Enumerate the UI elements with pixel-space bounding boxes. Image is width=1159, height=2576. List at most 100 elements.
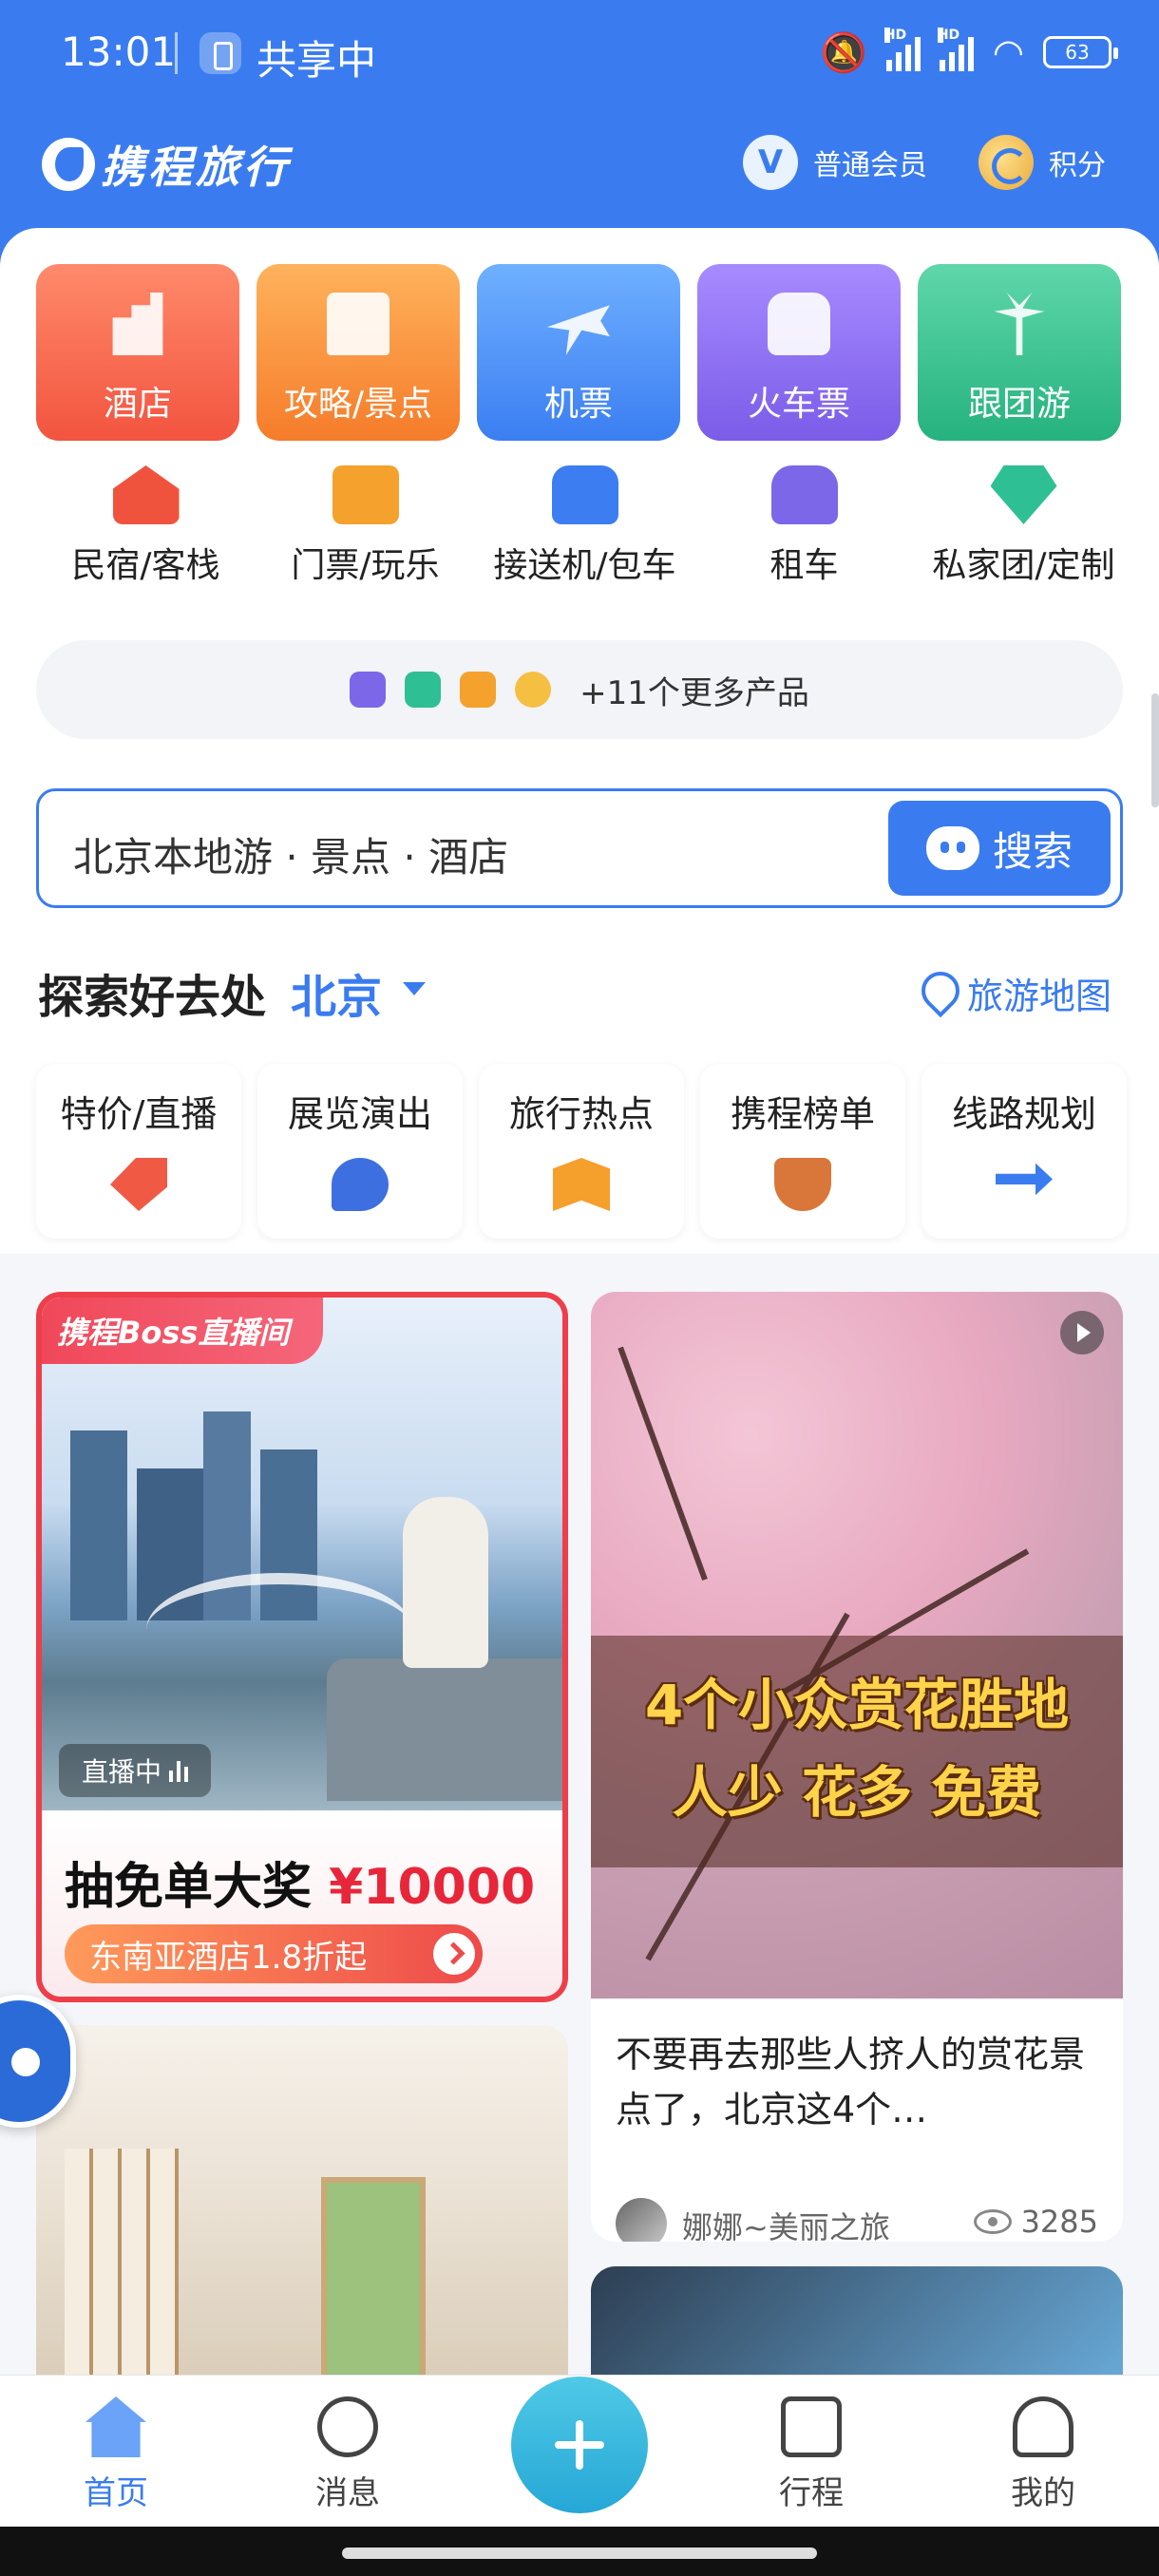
battery-icon: 63 — [1043, 36, 1118, 68]
eye-icon — [973, 2209, 1012, 2234]
tile-hotel[interactable]: 酒店 — [36, 264, 239, 441]
tab-home[interactable]: 首页 — [40, 2396, 192, 2513]
sub-service-tickets[interactable]: 门票/玩乐 — [256, 465, 475, 587]
train-icon — [768, 293, 830, 355]
homestay-icon — [112, 465, 180, 524]
category-shows[interactable]: 展览演出 — [257, 1064, 463, 1239]
member-level-label: 普通会员 — [813, 149, 927, 182]
map-pin-icon — [918, 972, 956, 1015]
category-label: 线路规划 — [951, 1093, 1096, 1135]
sub-service-car-rental[interactable]: 租车 — [694, 465, 914, 587]
travel-map-link[interactable]: 旅游地图 — [918, 967, 1112, 1019]
chevron-down-icon[interactable] — [403, 982, 426, 995]
mute-icon: 🔕 — [820, 30, 867, 75]
category-rankings[interactable]: 携程榜单 — [700, 1064, 905, 1239]
guidebook-icon — [327, 293, 390, 355]
tab-trips[interactable]: 行程 — [735, 2396, 887, 2513]
view-count: 3285 — [973, 2204, 1098, 2240]
prize-text: 抽免单大奖 ¥10000 — [65, 1847, 535, 1918]
music-note-icon — [332, 1158, 389, 1211]
prize-amount: ¥10000 — [329, 1859, 536, 1916]
search-input[interactable]: 北京本地游 · 景点 · 酒店 — [73, 825, 833, 883]
sub-service-label: 门票/玩乐 — [291, 546, 440, 585]
city-selector[interactable]: 北京 — [291, 959, 382, 1026]
points-coin-icon — [978, 135, 1034, 190]
architecture-photo-card[interactable] — [591, 2266, 1123, 2375]
user-icon — [1013, 2396, 1074, 2457]
hotel-deal-label: 东南亚酒店1.8折起 — [89, 1938, 368, 1977]
author-avatar — [616, 2198, 667, 2242]
tab-label: 消息 — [315, 2474, 380, 2512]
scrollbar[interactable] — [1151, 693, 1159, 807]
sub-services: 民宿/客栈 门票/玩乐 接送机/包车 租车 私家团/定制 — [36, 465, 1133, 587]
live-bars-icon — [169, 1759, 188, 1782]
tile-label: 火车票 — [747, 385, 850, 424]
skyline-building — [70, 1430, 127, 1620]
car-icon — [551, 465, 618, 524]
statue-base — [327, 1658, 562, 1801]
search-button[interactable]: 搜索 — [888, 801, 1111, 896]
tab-label: 我的 — [1011, 2474, 1075, 2512]
tile-train[interactable]: 火车票 — [697, 264, 901, 441]
garden-window — [321, 2177, 426, 2375]
diamond-icon — [990, 465, 1057, 524]
publish-plus-button[interactable] — [511, 2377, 648, 2513]
home-gesture-handle[interactable] — [342, 2548, 817, 2559]
signal-icon: HD — [884, 28, 921, 71]
wifi-icon: ◠ — [992, 31, 1024, 73]
overlay-line-2: 人少 花多 免费 — [672, 1760, 1042, 1825]
category-hotspots[interactable]: 旅行热点 — [479, 1064, 684, 1239]
home-icon — [86, 2396, 146, 2457]
rental-car-icon — [770, 465, 838, 524]
travel-map-label: 旅游地图 — [966, 975, 1112, 1017]
status-sharing: 共享中 — [256, 37, 377, 84]
tab-me[interactable]: 我的 — [967, 2396, 1119, 2513]
content-feed: 直播中 携程Boss直播间 抽免单大奖 ¥10000 东南亚酒店1.8折起 4个… — [0, 1254, 1159, 2375]
system-nav-bar — [0, 2527, 1159, 2576]
live-stream-card[interactable]: 直播中 携程Boss直播间 抽免单大奖 ¥10000 东南亚酒店1.8折起 — [36, 1292, 568, 2002]
ship-icon — [405, 672, 442, 708]
app-header: 携程旅行 V 普通会员 积分 — [0, 123, 1159, 218]
blossom-article-card[interactable]: 4个小众赏花胜地 人少 花多 免费 不要再去那些人挤人的赏花景点了，北京这4个…… — [591, 1292, 1123, 2242]
more-products-button[interactable]: +11个更多产品 — [36, 640, 1123, 739]
signal-hd-label-2: HD — [937, 28, 960, 43]
category-deals-live[interactable]: 特价/直播 — [36, 1064, 241, 1239]
chevron-right-icon — [433, 1933, 475, 1975]
hotel-icon — [112, 293, 163, 355]
ranking-badge-icon — [774, 1158, 831, 1211]
sub-service-private-tour[interactable]: 私家团/定制 — [914, 465, 1133, 587]
main-service-tiles: 酒店 攻略/景点 机票 火车票 跟团游 — [36, 264, 1121, 441]
live-room-badge: 携程Boss直播间 — [42, 1297, 323, 1364]
bus-icon — [350, 672, 387, 708]
sub-service-label: 民宿/客栈 — [71, 546, 220, 585]
tab-messages[interactable]: 消息 — [272, 2396, 424, 2513]
status-divider — [175, 32, 178, 74]
signal-icon-2: HD — [937, 28, 974, 71]
battery-level: 63 — [1065, 41, 1090, 64]
category-label: 携程榜单 — [730, 1093, 875, 1135]
price-tag-icon — [110, 1158, 167, 1211]
points-button[interactable]: 积分 — [978, 135, 1106, 190]
merlion-statue — [403, 1497, 488, 1668]
more-products-label: +11个更多产品 — [580, 673, 809, 712]
category-route-planning[interactable]: 线路规划 — [922, 1064, 1127, 1239]
main-panel: 酒店 攻略/景点 机票 火车票 跟团游 民宿/客栈 门票/玩乐 接送机/包车 租… — [0, 228, 1159, 1254]
hotel-deal-button[interactable]: 东南亚酒店1.8折起 — [65, 1924, 483, 1983]
tile-group-tour[interactable]: 跟团游 — [918, 264, 1121, 441]
member-level-button[interactable]: V 普通会员 — [743, 135, 927, 190]
tile-label: 跟团游 — [967, 385, 1071, 424]
status-bar: 13:01 共享中 🔕 HD HD ◠ 63 — [0, 0, 1159, 114]
dolphin-logo-icon — [42, 138, 95, 191]
sub-service-homestay[interactable]: 民宿/客栈 — [36, 465, 256, 587]
article-title: 不要再去那些人挤人的赏花景点了，北京这4个… — [616, 2034, 1086, 2131]
tile-guide-attractions[interactable]: 攻略/景点 — [256, 264, 460, 441]
sub-service-transfer[interactable]: 接送机/包车 — [475, 465, 694, 587]
signal-hd-label: HD — [884, 28, 907, 43]
room-photo-card[interactable] — [36, 2025, 568, 2375]
tile-flight[interactable]: 机票 — [477, 264, 680, 441]
play-icon — [1060, 1311, 1104, 1354]
overlay-line-1: 4个小众赏花胜地 — [644, 1673, 1070, 1737]
ticket-icon — [332, 465, 399, 524]
cherry-blossom-photo: 4个小众赏花胜地 人少 花多 免费 — [591, 1292, 1123, 1998]
status-time: 13:01 — [61, 28, 177, 75]
